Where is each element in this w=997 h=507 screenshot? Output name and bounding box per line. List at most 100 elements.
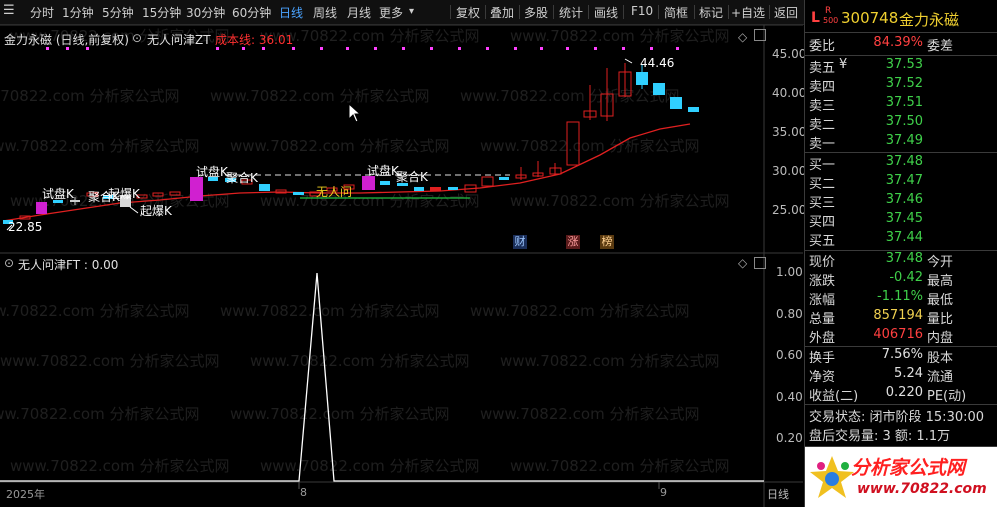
sub-indicator-toggle-icon[interactable]: ⊙ bbox=[4, 256, 14, 270]
bid-price: 37.48 bbox=[885, 154, 923, 169]
quote-label: 现价 bbox=[809, 255, 836, 270]
ask-label: 卖五 bbox=[809, 61, 836, 76]
bid-label: 买二 bbox=[809, 177, 836, 192]
badge-rank[interactable]: 榜 bbox=[600, 235, 614, 249]
site-logo[interactable]: 分析家公式网 www.70822.com bbox=[805, 447, 997, 507]
badge-finance[interactable]: 财 bbox=[513, 235, 527, 249]
ask-row-3[interactable]: 卖三 37.51 bbox=[805, 95, 997, 114]
ask-row-4[interactable]: 卖四 37.52 bbox=[805, 76, 997, 95]
time-label-8: 8 bbox=[300, 486, 307, 499]
quote-row-outer: 外盘 406716 内盘 bbox=[805, 327, 997, 346]
ask-price: 37.50 bbox=[885, 114, 923, 129]
btn-fuquan[interactable]: 复权 bbox=[456, 4, 480, 21]
ask-row-2[interactable]: 卖二 37.50 bbox=[805, 114, 997, 133]
mouse-cursor-icon bbox=[348, 103, 362, 123]
sub-y-tick-02: 0.20 bbox=[776, 431, 803, 445]
ask-label: 卖四 bbox=[809, 80, 836, 95]
period-1min[interactable]: 1分钟 bbox=[62, 4, 94, 21]
ask-row-5[interactable]: 卖五 ¥ 37.53 bbox=[805, 57, 997, 76]
period-60min[interactable]: 60分钟 bbox=[232, 4, 271, 21]
btn-biaoji[interactable]: 标记 bbox=[699, 4, 723, 21]
quote-value: 37.48 bbox=[885, 251, 923, 266]
kline-chart[interactable]: www.70822.com 分析家公式网 www.70822.com 分析家公式… bbox=[0, 25, 807, 507]
bid-label: 买四 bbox=[809, 215, 836, 230]
bid-row-1[interactable]: 买一 37.48 bbox=[805, 154, 997, 173]
quote-value: 406716 bbox=[873, 327, 923, 342]
y-tick-35: 35.00 bbox=[772, 125, 807, 139]
bid-row-4[interactable]: 买四 37.45 bbox=[805, 211, 997, 230]
period-weekly[interactable]: 周线 bbox=[313, 4, 337, 21]
signal-shipan-3: 试盘K bbox=[367, 164, 399, 178]
quote-label-right: 最低 bbox=[927, 293, 954, 308]
high-price-label: 44.46 bbox=[640, 56, 675, 70]
signal-wurenwen: 无人问 bbox=[316, 185, 353, 199]
btn-huaxian[interactable]: 画线 bbox=[594, 4, 618, 21]
bid-price: 37.46 bbox=[885, 192, 923, 207]
sub-y-tick-1: 1.00 bbox=[776, 265, 803, 279]
sub-y-tick-04: 0.40 bbox=[776, 390, 803, 404]
yen-icon: ¥ bbox=[839, 57, 848, 72]
period-30min[interactable]: 30分钟 bbox=[186, 4, 225, 21]
period-monthly[interactable]: 月线 bbox=[347, 4, 371, 21]
stock-code: 300748 bbox=[841, 9, 899, 27]
ask-label: 卖一 bbox=[809, 137, 836, 152]
btn-add-watchlist[interactable]: +自选 bbox=[731, 4, 765, 21]
more-dropdown-icon[interactable]: ▾ bbox=[409, 6, 414, 17]
sub-y-tick-08: 0.80 bbox=[776, 307, 803, 321]
btn-duogu[interactable]: 多股 bbox=[524, 4, 548, 21]
signal-juhe-2: 聚合K bbox=[226, 171, 258, 185]
time-axis-period[interactable]: 日线 bbox=[767, 486, 789, 502]
time-label-2025: 2025年 bbox=[6, 488, 45, 501]
quote-value: 5.24 bbox=[894, 366, 923, 381]
bid-price: 37.44 bbox=[885, 230, 923, 245]
btn-f10[interactable]: F10 bbox=[631, 4, 653, 18]
bid-row-3[interactable]: 买三 37.46 bbox=[805, 192, 997, 211]
indicator-toggle-icon[interactable]: ⊙ bbox=[132, 31, 142, 45]
quote-label: 涨幅 bbox=[809, 293, 836, 308]
ask-label: 卖二 bbox=[809, 118, 836, 133]
quote-label: 总量 bbox=[809, 312, 836, 327]
after-hours-text: 盘后交易量: 3 额: 1.1万 bbox=[809, 429, 951, 444]
y-tick-40: 40.00 bbox=[772, 86, 807, 100]
indicator-name[interactable]: 无人问津ZT bbox=[147, 31, 211, 48]
quote-panel: L R 500 300748 金力永磁 委比 84.39% 委差 卖五 ¥ 37… bbox=[804, 0, 997, 507]
quote-row-eps: 收益(二) 0.220 PE(动) bbox=[805, 385, 997, 404]
cost-line-label: 成本线: 36.01 bbox=[215, 33, 294, 47]
sub-y-tick-06: 0.60 bbox=[776, 348, 803, 362]
btn-jiankuang[interactable]: 简框 bbox=[664, 4, 688, 21]
period-15min[interactable]: 15分钟 bbox=[142, 4, 181, 21]
bid-row-5[interactable]: 买五 37.44 bbox=[805, 230, 997, 249]
quote-value: 0.220 bbox=[885, 385, 923, 400]
quote-label: 涨跌 bbox=[809, 274, 836, 289]
signal-shipan-1: 试盘K bbox=[42, 187, 74, 201]
quote-row-price: 现价 37.48 今开 bbox=[805, 251, 997, 270]
period-daily[interactable]: 日线 bbox=[279, 4, 303, 21]
after-hours: 盘后交易量: 3 额: 1.1万 bbox=[805, 425, 997, 444]
badge-r: R bbox=[825, 6, 832, 16]
period-more[interactable]: 更多 bbox=[379, 4, 403, 21]
bid-row-2[interactable]: 买二 37.47 bbox=[805, 173, 997, 192]
ask-price: 37.52 bbox=[885, 76, 923, 91]
maximize-icon[interactable] bbox=[754, 29, 766, 41]
period-fenshi[interactable]: 分时 bbox=[30, 4, 54, 21]
badge-limitup[interactable]: 涨 bbox=[566, 235, 580, 249]
btn-back[interactable]: 返回 bbox=[774, 4, 798, 21]
badge-500: 500 bbox=[823, 16, 839, 25]
sub-diamond-icon[interactable]: ◇ bbox=[738, 256, 747, 270]
signal-shipan-2: 试盘K bbox=[196, 165, 228, 179]
period-5min[interactable]: 5分钟 bbox=[102, 4, 134, 21]
quote-label: 外盘 bbox=[809, 331, 836, 346]
bid-label: 买三 bbox=[809, 196, 836, 211]
quote-value: 7.56% bbox=[881, 347, 923, 362]
btn-diejia[interactable]: 叠加 bbox=[490, 4, 514, 21]
btn-tongji[interactable]: 统计 bbox=[559, 4, 583, 21]
ask-row-1[interactable]: 卖一 37.49 bbox=[805, 133, 997, 152]
low-price-label: 22.85 bbox=[8, 220, 43, 234]
diamond-icon[interactable]: ◇ bbox=[738, 30, 747, 44]
trade-status-text: 交易状态: 闭市阶段 15:30:00 bbox=[809, 410, 985, 425]
toolbar-menu-icon[interactable]: ☰ bbox=[3, 3, 15, 18]
signal-qibao-1: 起爆K bbox=[140, 204, 172, 218]
quote-value: 857194 bbox=[873, 308, 923, 323]
quote-label: 净资 bbox=[809, 370, 836, 385]
sub-maximize-icon[interactable] bbox=[754, 257, 766, 269]
